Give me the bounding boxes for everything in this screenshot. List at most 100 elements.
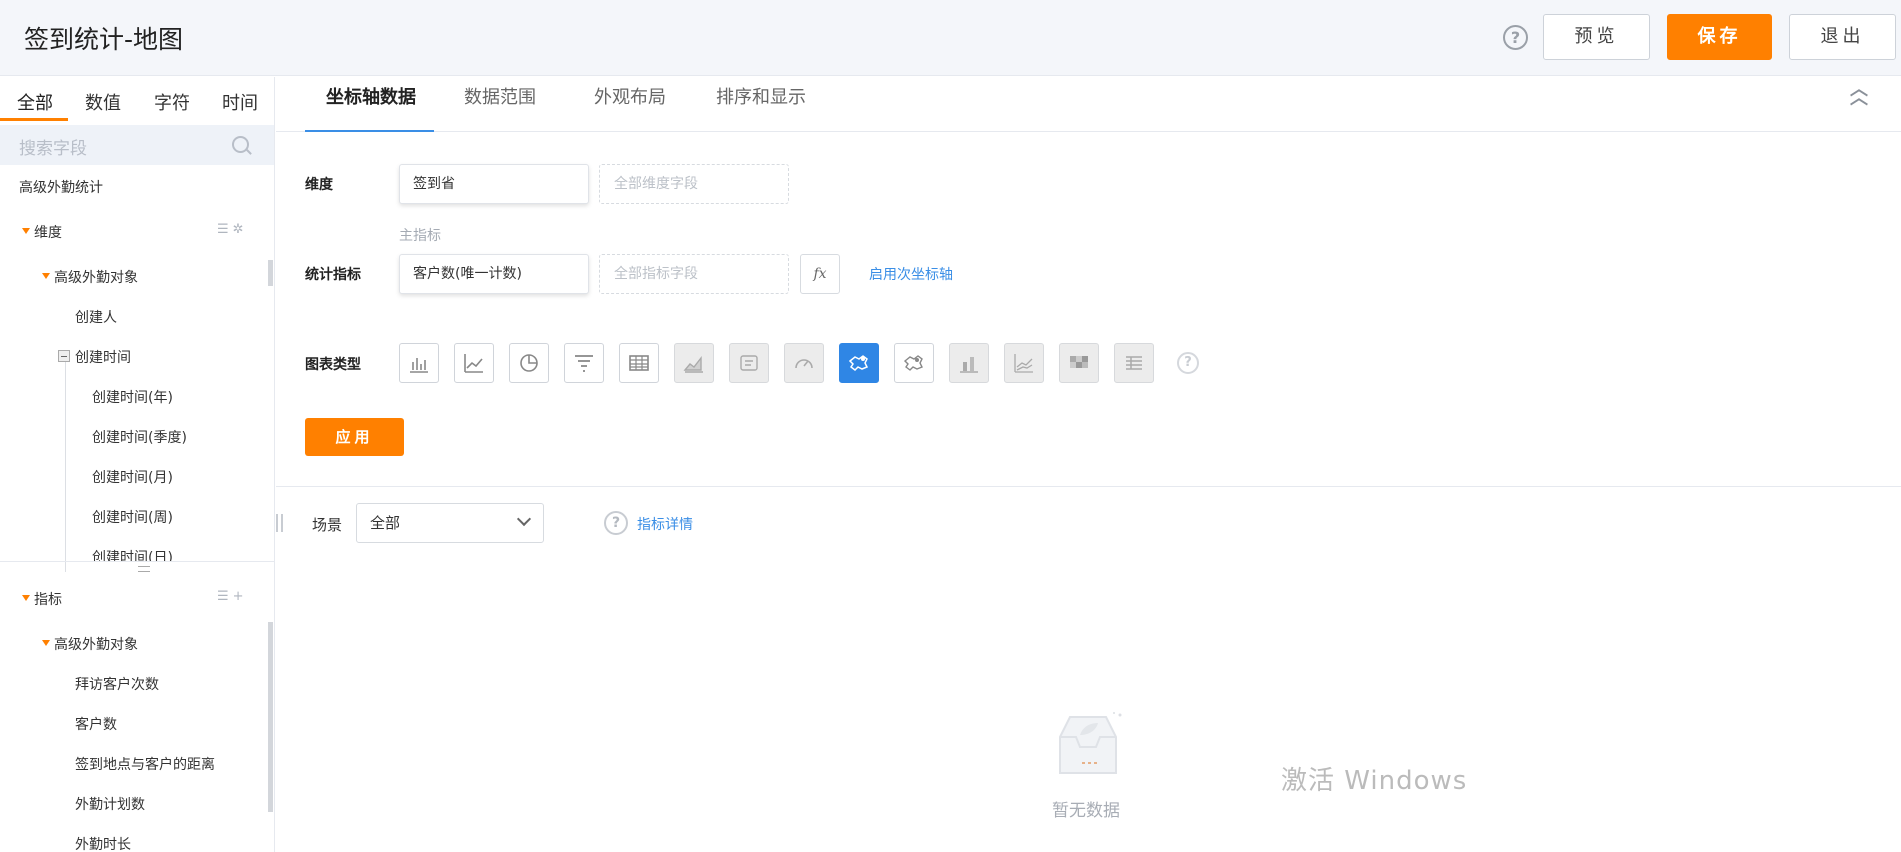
chart-type-map-bubble[interactable] xyxy=(894,343,934,383)
metric-drop-zone[interactable]: 全部指标字段 xyxy=(599,254,789,294)
line-chart-icon xyxy=(464,354,483,373)
dimension-drop-zone[interactable]: 全部维度字段 xyxy=(599,164,789,204)
heatmap-icon xyxy=(1070,356,1088,368)
chart-type-label: 图表类型 xyxy=(305,357,361,373)
scene-label: 场景 xyxy=(312,516,343,534)
field-item[interactable]: 创建人 xyxy=(75,307,117,327)
metric-details-link[interactable]: 指标详情 xyxy=(637,514,693,534)
chart-type-table[interactable] xyxy=(619,343,659,383)
enable-secondary-axis-link[interactable]: 启用次坐标轴 xyxy=(869,264,953,284)
map-bubble-icon xyxy=(903,355,923,371)
help-icon[interactable]: ? xyxy=(1503,25,1528,50)
chart-type-funnel[interactable] xyxy=(564,343,604,383)
chart-type-help-icon[interactable]: ? xyxy=(1177,352,1199,374)
field-search[interactable]: 搜索字段 xyxy=(0,125,274,165)
field-item[interactable]: 创建时间(年) xyxy=(92,387,173,407)
scrollbar[interactable] xyxy=(268,622,273,812)
scrollbar[interactable] xyxy=(268,260,273,286)
chart-type-pie[interactable] xyxy=(509,343,549,383)
tab-axis-data[interactable]: 坐标轴数据 xyxy=(326,83,416,109)
dimension-object[interactable]: 高级外勤对象 xyxy=(54,267,138,287)
chart-type-card[interactable] xyxy=(729,343,769,383)
dimension-tools[interactable]: ☰✲ xyxy=(217,222,248,237)
group-title: 高级外勤统计 xyxy=(19,180,103,196)
dimension-label: 维度 xyxy=(305,177,333,193)
scene-selected-value: 全部 xyxy=(370,514,401,532)
search-icon[interactable] xyxy=(232,136,249,153)
area-chart-icon xyxy=(683,355,703,373)
chart-type-map[interactable] xyxy=(839,343,879,383)
collapse-up-icon[interactable]: ︿ ︿ xyxy=(1850,81,1868,108)
chart-type-combo[interactable] xyxy=(1004,343,1044,383)
field-item[interactable]: 拜访客户次数 xyxy=(75,674,159,694)
quit-button[interactable]: 退出 xyxy=(1789,14,1896,60)
sort-icon[interactable]: ☰ xyxy=(217,222,233,237)
tab-data-range[interactable]: 数据范围 xyxy=(464,83,536,109)
metric-label: 统计指标 xyxy=(305,267,361,283)
field-item[interactable]: 创建时间(日) xyxy=(92,547,173,561)
tab-string[interactable]: 字符 xyxy=(154,89,190,115)
chart-type-gauge[interactable] xyxy=(784,343,824,383)
formula-button[interactable]: fx xyxy=(800,254,840,294)
gauge-icon xyxy=(795,359,813,369)
chart-type-heatmap[interactable] xyxy=(1059,343,1099,383)
scene-select[interactable]: 全部 xyxy=(356,503,544,543)
chart-type-stacked-bar[interactable] xyxy=(949,343,989,383)
collapse-icon[interactable] xyxy=(58,350,70,362)
field-item[interactable]: 签到地点与客户的距离 xyxy=(75,754,215,774)
chevron-down-icon xyxy=(516,511,532,527)
caret-down-icon[interactable] xyxy=(42,273,50,279)
map-icon xyxy=(848,355,869,371)
field-item[interactable]: 创建时间 xyxy=(75,347,131,367)
metric-tools[interactable]: ☰+ xyxy=(217,589,248,604)
chart-type-line[interactable] xyxy=(454,343,494,383)
apply-button[interactable]: 应用 xyxy=(305,418,404,456)
table-icon xyxy=(629,355,649,371)
tree-line xyxy=(65,362,66,572)
plus-icon[interactable]: + xyxy=(233,589,248,604)
caret-down-icon[interactable] xyxy=(42,640,50,646)
field-item[interactable]: 创建时间(周) xyxy=(92,507,173,527)
bar-chart-icon xyxy=(410,358,428,373)
chart-type-area[interactable] xyxy=(674,343,714,383)
combo-chart-icon xyxy=(1014,354,1033,373)
field-type-tabs: 全部 数值 字符 时间 xyxy=(0,77,274,123)
stacked-bar-icon xyxy=(960,357,978,373)
tab-appearance[interactable]: 外观布局 xyxy=(594,83,666,109)
dimension-section-label[interactable]: 维度 xyxy=(34,222,62,242)
dimension-field[interactable]: 签到省 xyxy=(399,164,589,204)
field-item[interactable]: 客户数 xyxy=(75,714,117,734)
panel-resize-handle[interactable] xyxy=(276,514,283,532)
chart-type-pivot-table[interactable] xyxy=(1114,343,1154,383)
sort-icon[interactable]: ☰ xyxy=(217,589,233,604)
chart-config-panel: 坐标轴数据 数据范围 外观布局 排序和显示 ︿ ︿ 维度 签到省 全部维度字段 主… xyxy=(276,77,1901,852)
search-input[interactable]: 搜索字段 xyxy=(19,134,87,159)
preview-button[interactable]: 预览 xyxy=(1543,14,1650,60)
card-icon xyxy=(740,355,758,371)
metric-object[interactable]: 高级外勤对象 xyxy=(54,634,138,654)
tab-numeric[interactable]: 数值 xyxy=(85,89,121,115)
windows-watermark: 激活 Windows xyxy=(1281,766,1468,796)
page-title: 签到统计-地图 xyxy=(24,25,184,54)
tab-time[interactable]: 时间 xyxy=(222,89,258,115)
field-item[interactable]: 外勤时长 xyxy=(75,834,131,852)
caret-down-icon[interactable] xyxy=(22,595,30,601)
resize-handle[interactable] xyxy=(138,566,150,572)
gear-icon[interactable]: ✲ xyxy=(233,222,248,237)
save-button[interactable]: 保存 xyxy=(1667,14,1772,60)
field-item[interactable]: 创建时间(月) xyxy=(92,467,173,487)
field-item[interactable]: 外勤计划数 xyxy=(75,794,145,814)
field-item[interactable]: 创建时间(季度) xyxy=(92,427,187,447)
config-tabs: 坐标轴数据 数据范围 外观布局 排序和显示 ︿ ︿ xyxy=(276,77,1901,132)
tab-sort-display[interactable]: 排序和显示 xyxy=(716,83,806,109)
caret-down-icon[interactable] xyxy=(22,228,30,234)
metric-field[interactable]: 客户数(唯一计数) xyxy=(399,254,589,294)
chart-type-bar[interactable] xyxy=(399,343,439,383)
active-tab-indicator xyxy=(0,118,68,121)
tab-all[interactable]: 全部 xyxy=(17,89,53,115)
metric-section-label[interactable]: 指标 xyxy=(34,589,62,609)
empty-box-icon xyxy=(1059,712,1122,774)
pivot-table-icon xyxy=(1126,356,1142,370)
field-sidebar: 全部 数值 字符 时间 搜索字段 高级外勤统计 维度 ☰✲ 高级外勤对象 创建人… xyxy=(0,77,275,852)
metric-details-help-icon[interactable]: ? xyxy=(604,511,628,535)
